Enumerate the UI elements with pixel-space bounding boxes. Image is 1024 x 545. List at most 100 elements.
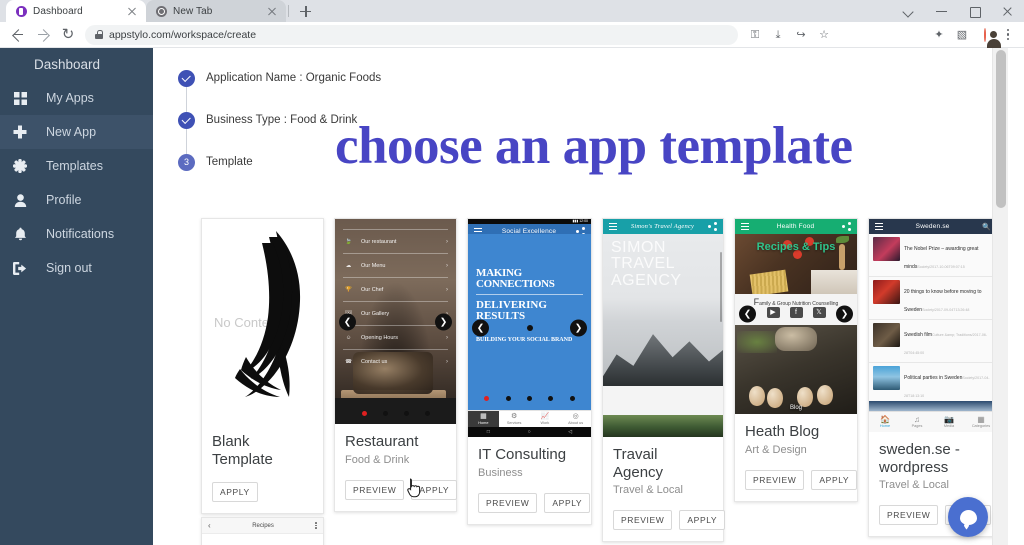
close-tab-icon[interactable] <box>266 5 278 17</box>
install-app-icon[interactable]: ⤓ <box>768 25 788 45</box>
side-panel-icon[interactable]: ▧ <box>952 25 972 45</box>
apply-button[interactable]: APPLY <box>212 482 258 503</box>
back-icon[interactable]: ◁ <box>568 429 572 435</box>
template-card-it-consulting[interactable]: ▮▮▮ 12:00 Social Excellence MAKING CONNE… <box>467 218 592 525</box>
card-title: IT Consulting <box>478 446 567 463</box>
new-tab-button[interactable] <box>295 0 317 22</box>
hero-headline-1: MAKING CONNECTIONS <box>476 267 555 291</box>
card-meta: IT Consulting Business PREVIEW APPLY <box>468 437 591 524</box>
carousel-prev-icon[interactable]: ❮ <box>339 313 356 330</box>
browser-tab-dashboard[interactable]: Dashboard <box>6 0 146 22</box>
address-bar[interactable]: appstylo.com/workspace/create <box>85 24 738 45</box>
hero-headline-3: BUILDING YOUR SOCIAL BRAND <box>476 336 573 343</box>
carousel-prev-icon[interactable]: ❮ <box>472 319 489 337</box>
template-card-travail-agency[interactable]: Simon's Travel Agency SIMON TRAVEL AGENC… <box>602 218 726 543</box>
youtube-icon[interactable]: ▶ <box>766 307 780 318</box>
page-scrollbar[interactable] <box>992 48 1008 545</box>
carousel-next-icon[interactable]: ❯ <box>836 305 853 323</box>
bottom-nav-label: Home <box>478 421 489 425</box>
trophy-icon: 🏆 <box>345 286 352 293</box>
preview-button[interactable]: PREVIEW <box>745 469 805 490</box>
bottom-nav-media[interactable]: 📷 Media <box>933 412 965 432</box>
kebab-menu-icon[interactable] <box>315 522 317 529</box>
hamburger-icon[interactable] <box>741 223 749 230</box>
chrome-menu-icon[interactable] <box>998 25 1018 45</box>
vpn-shield-icon[interactable]: U <box>837 25 857 45</box>
bottom-nav-work[interactable]: 📈 Work <box>530 411 561 427</box>
share-icon[interactable]: ↪ <box>791 25 811 45</box>
minimize-icon[interactable] <box>925 0 958 22</box>
share-icon[interactable] <box>842 222 851 231</box>
sidebar-item-profile[interactable]: Profile <box>0 183 153 217</box>
carousel-next-icon[interactable]: ❯ <box>435 313 452 330</box>
preview-button[interactable]: PREVIEW <box>879 505 939 526</box>
chevron-down-icon[interactable] <box>892 0 925 22</box>
menu-item[interactable]: ☺ Opening Hours › <box>343 325 448 349</box>
egg-graphic <box>817 385 833 405</box>
forward-button[interactable] <box>31 23 55 47</box>
apply-button[interactable]: APPLY <box>811 469 858 490</box>
preview-button[interactable]: PREVIEW <box>613 510 673 531</box>
menu-item[interactable]: ☎ Contact us › <box>343 349 448 373</box>
bottom-nav-pages[interactable]: ♫ Pages <box>901 412 933 432</box>
home-icon[interactable]: ○ <box>528 429 531 435</box>
recents-icon[interactable]: □ <box>487 429 490 435</box>
template-card-heath-blog[interactable]: Health Food Recipes & Tips Family & Grou… <box>734 218 858 502</box>
grammarly-icon[interactable]: G <box>883 25 903 45</box>
close-icon[interactable] <box>991 0 1024 22</box>
step-application-name[interactable]: Application Name : Organic Foods <box>178 70 508 112</box>
extensions-puzzle-icon[interactable]: ✦ <box>929 25 949 45</box>
carousel-prev-icon[interactable]: ❮ <box>739 305 756 323</box>
menu-item[interactable]: 🖼Our Gallery› <box>343 301 448 325</box>
card-actions: PREVIEW APPLY <box>745 469 858 490</box>
template-card-blank[interactable]: No Content Blank Template APPLY <box>201 218 324 515</box>
hamburger-icon[interactable] <box>875 223 883 230</box>
apply-button[interactable]: APPLY <box>679 510 726 531</box>
preview-scrollbar[interactable] <box>720 252 722 322</box>
carousel-next-icon[interactable]: ❯ <box>570 319 587 337</box>
list-item[interactable]: Swedish filmCulture &amp; Traditions/201… <box>869 320 997 363</box>
list-item[interactable]: The Nobel Prize – awarding great mindsSo… <box>869 234 997 277</box>
bottom-nav-home[interactable]: ▦ Home <box>468 411 499 427</box>
sidebar-item-new-app[interactable]: New App <box>0 115 153 149</box>
bottom-nav-services[interactable]: ⚙ Services <box>499 411 530 427</box>
scrollbar-thumb[interactable] <box>996 50 1006 208</box>
list-item[interactable]: 20 things to know before moving to Swede… <box>869 277 997 320</box>
apply-button[interactable]: APPLY <box>544 492 591 513</box>
bottom-nav-home[interactable]: 🏠 Home <box>869 412 901 432</box>
facebook-icon[interactable]: f <box>789 307 803 318</box>
bookmark-star-icon[interactable]: ☆ <box>814 25 834 45</box>
adblock-shield-icon[interactable] <box>860 25 880 45</box>
template-card-restaurant[interactable]: 🍃 Our restaurant › ☁ Our Menu › 🏆 Our Chef › 🖼… <box>334 218 458 512</box>
sidebar-item-label: Sign out <box>46 261 92 275</box>
sidebar-item-templates[interactable]: Templates <box>0 149 153 183</box>
bottom-nav-about[interactable]: ◎ About us <box>560 411 591 427</box>
password-key-icon[interactable]: ⚿ <box>745 25 765 45</box>
sidebar-item-notifications[interactable]: Notifications <box>0 217 153 251</box>
menu-item[interactable]: ☁ Our Menu › <box>343 253 448 277</box>
share-icon[interactable] <box>708 222 717 231</box>
template-card-sweden-wordpress[interactable]: Sweden.se 🔍 The Nobel Prize – awarding g… <box>868 218 998 538</box>
restaurant-menu-list: 🍃 Our restaurant › ☁ Our Menu › 🏆 Our Chef › 🖼… <box>335 229 456 373</box>
hamburger-icon[interactable] <box>609 223 617 230</box>
search-icon[interactable]: 🔍 <box>982 223 991 231</box>
back-button[interactable] <box>6 23 30 47</box>
reload-button[interactable]: ↻ <box>56 23 80 47</box>
preview-button[interactable]: PREVIEW <box>478 492 538 513</box>
browser-tab-new-tab[interactable]: New Tab <box>146 0 286 22</box>
cloud-icon: ☁ <box>345 262 352 269</box>
list-item[interactable]: Political parties in SwedenSociety/2017-… <box>869 363 997 401</box>
menu-item[interactable]: 🏆 Our Chef › <box>343 277 448 301</box>
menu-item[interactable]: 🍃 Our restaurant › <box>343 229 448 253</box>
chat-widget-button[interactable] <box>948 497 988 537</box>
next-row-card-partial[interactable]: ‹ Recipes <box>201 517 324 545</box>
bell-icon <box>8 227 32 241</box>
metamask-icon[interactable]: M <box>906 25 926 45</box>
sidebar-item-sign-out[interactable]: Sign out <box>0 251 153 285</box>
sidebar-item-my-apps[interactable]: My Apps <box>0 81 153 115</box>
preview-button[interactable]: PREVIEW <box>345 479 405 500</box>
twitter-icon[interactable]: 𝕏 <box>812 307 826 318</box>
maximize-icon[interactable] <box>958 0 991 22</box>
close-tab-icon[interactable] <box>126 5 138 17</box>
profile-avatar[interactable] <box>975 25 995 45</box>
